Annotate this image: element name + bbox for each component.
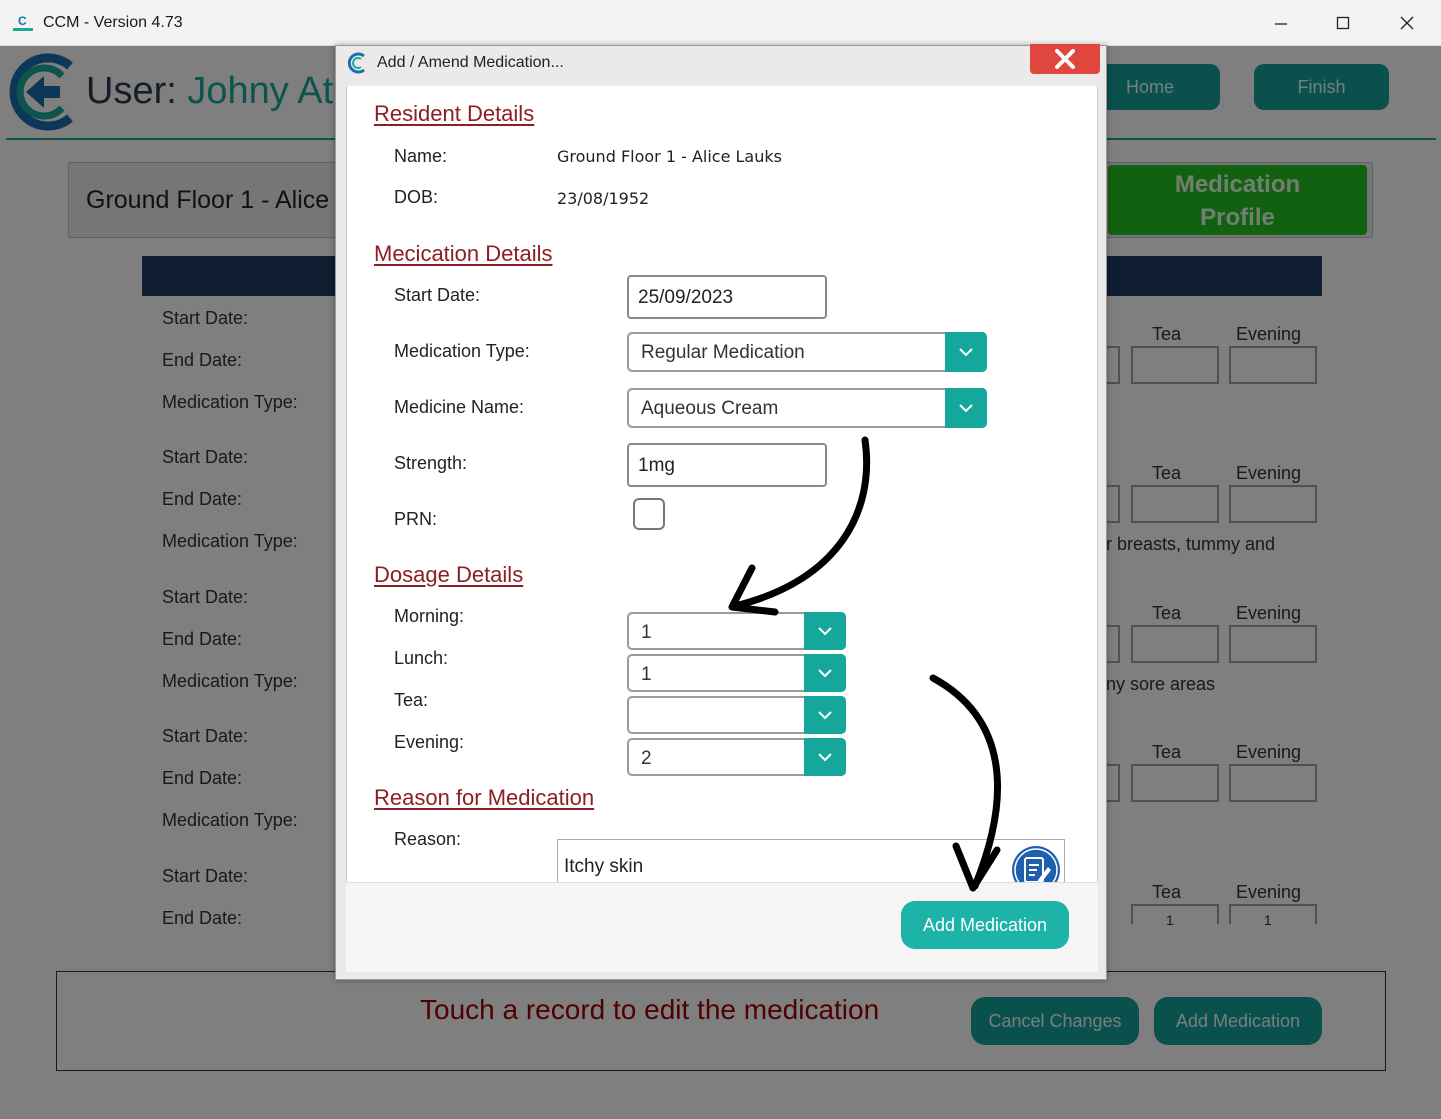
close-window-icon[interactable] <box>1387 8 1427 38</box>
tea-label: Tea: <box>394 690 429 710</box>
window-title: CCM - Version 4.73 <box>43 14 183 31</box>
strength-field[interactable]: 1mg <box>627 443 827 487</box>
chevron-down-icon[interactable] <box>804 696 846 734</box>
prn-checkbox[interactable] <box>633 498 665 530</box>
window-titlebar: C CCM - Version 4.73 <box>0 0 1441 46</box>
morning-dose-select[interactable]: 1 <box>627 612 846 650</box>
dosage-details-heading: Dosage Details <box>374 562 524 587</box>
morning-label: Morning: <box>394 606 465 626</box>
medicine-name-label: Medicine Name: <box>394 397 525 417</box>
close-icon <box>1055 49 1075 69</box>
chevron-down-icon[interactable] <box>804 738 846 776</box>
edit-note-icon[interactable] <box>1011 845 1061 882</box>
chevron-down-icon[interactable] <box>804 654 846 692</box>
reason-heading: Reason for Medication <box>374 785 595 810</box>
add-medication-button[interactable]: Add Medication <box>901 901 1069 949</box>
reason-field[interactable]: Itchy skin <box>557 839 1065 882</box>
evening-dose-value: 2 <box>641 748 652 769</box>
medication-details-heading: Mecication Details <box>374 241 553 266</box>
name-value: Ground Floor 1 - Alice Lauks <box>557 147 782 166</box>
evening-label: Evening: <box>394 732 465 752</box>
svg-text:C: C <box>18 14 27 28</box>
app-logo-icon: C <box>13 14 33 31</box>
dob-label: DOB: <box>394 187 439 207</box>
medicine-name-value: Aqueous Cream <box>641 398 779 419</box>
dialog-logo-icon <box>347 52 365 74</box>
start-date-field[interactable]: 25/09/2023 <box>627 275 827 319</box>
morning-dose-value: 1 <box>641 622 652 643</box>
medication-type-label: Medication Type: <box>394 341 530 361</box>
strength-label: Strength: <box>394 453 468 473</box>
start-date-label: Start Date: <box>394 285 481 305</box>
medication-type-value: Regular Medication <box>641 342 805 363</box>
chevron-down-icon[interactable] <box>945 388 987 428</box>
dialog-body: Resident Details Name: Ground Floor 1 - … <box>346 86 1098 882</box>
lunch-dose-value: 1 <box>641 664 652 685</box>
tea-dose-select[interactable] <box>627 696 846 734</box>
prn-label: PRN: <box>394 509 438 529</box>
minimize-icon[interactable] <box>1261 8 1301 38</box>
dob-value: 23/08/1952 <box>557 189 650 208</box>
chevron-down-icon[interactable] <box>804 612 846 650</box>
medication-type-select[interactable]: Regular Medication <box>627 332 987 372</box>
name-label: Name: <box>394 146 448 166</box>
lunch-label: Lunch: <box>394 648 449 668</box>
dialog-close-button[interactable] <box>1030 44 1100 74</box>
evening-dose-select[interactable]: 2 <box>627 738 846 776</box>
lunch-dose-select[interactable]: 1 <box>627 654 846 692</box>
resident-details-heading: Resident Details <box>374 101 535 126</box>
reason-value: Itchy skin <box>564 856 644 877</box>
medicine-name-select[interactable]: Aqueous Cream <box>627 388 987 428</box>
dialog-footer: Add Medication <box>346 882 1098 972</box>
reason-label: Reason: <box>394 829 462 849</box>
dialog-title: Add / Amend Medication... <box>377 54 564 71</box>
chevron-down-icon[interactable] <box>945 332 987 372</box>
add-amend-medication-dialog: Add / Amend Medication... Resident Detai… <box>335 44 1107 980</box>
maximize-icon[interactable] <box>1323 8 1363 38</box>
